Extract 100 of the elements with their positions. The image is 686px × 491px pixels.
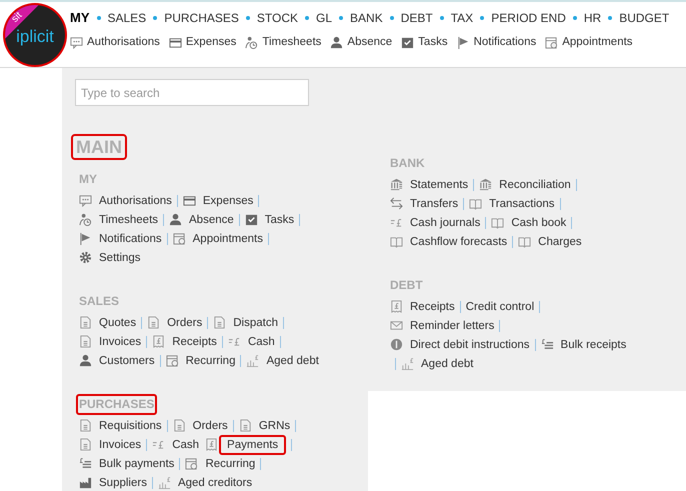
menu-link[interactable]: GRNs [258,418,290,434]
envelope-icon [390,319,403,332]
document-icon [147,316,160,329]
person-clock-icon [79,213,92,226]
bar-chart-icon [401,357,414,370]
nav-link[interactable]: Expenses [186,34,236,51]
menu-link[interactable]: Cash [172,436,200,452]
checkbox-icon [401,36,414,49]
pound-list-icon [540,338,554,351]
calendar-icon [172,232,186,245]
menu-link[interactable]: Notifications [99,230,162,246]
document-icon [79,438,92,451]
menu-link[interactable]: Invoices [99,436,142,452]
menu-link[interactable]: Requisitions [99,418,162,434]
person-icon [330,36,344,49]
nav-tab[interactable]: TAX [450,8,474,27]
menu-link[interactable]: Cash book [511,214,566,230]
menu-link[interactable]: Appointments [192,230,263,246]
book-icon [491,216,504,229]
pound-receipt-icon [205,438,218,451]
nav-link[interactable]: Appointments [562,34,633,51]
menu-link[interactable]: Aged debt [421,356,474,372]
menu-link[interactable]: Transfers [410,196,458,212]
section-heading: SALES [78,293,120,310]
flag-icon [456,36,470,49]
nav-tab[interactable]: HR [584,8,602,27]
menu-link[interactable]: Reminder letters [410,318,494,334]
document-icon [238,419,252,432]
menu-link[interactable]: Receipts [410,298,455,314]
flag-icon [79,232,92,245]
search-field[interactable]: Type to search [75,79,309,106]
menu-link[interactable]: Direct debit instructions [410,336,530,352]
bar-chart-icon [158,476,171,489]
document-icon [79,335,92,348]
document-icon [79,419,92,432]
menu-link[interactable]: Charges [538,234,582,250]
nav-tab[interactable]: PURCHASES [164,8,239,27]
menu-link[interactable]: Timesheets [99,212,158,228]
pound-cash-icon [390,216,403,229]
disc-icon [390,338,403,351]
menu-link[interactable]: Aged debt [266,352,319,368]
menu-link[interactable]: Transactions [489,196,555,212]
speech-bubble-icon [79,194,92,207]
menu-link[interactable]: Tasks [264,212,294,228]
card-icon [182,194,196,207]
book-icon [518,235,532,248]
nav-link[interactable]: Authorisations [87,34,160,51]
menu-link[interactable]: Statements [410,176,468,192]
menu-link[interactable]: Recurring [205,456,256,472]
nav-tab[interactable]: BANK [350,8,383,27]
menu-link[interactable]: Quotes [99,314,136,330]
menu-link[interactable]: Absence [189,212,234,228]
menu-link[interactable]: Credit control [466,298,534,314]
nav-link[interactable]: Timesheets [262,34,322,51]
nav-tab[interactable]: DEBT [400,8,433,27]
logo[interactable]: sit iplicit [5,4,65,64]
menu-link[interactable]: Suppliers [99,474,147,490]
menu-link[interactable]: Orders [167,314,202,330]
pound-cash-icon [228,335,241,348]
menu-link[interactable]: Reconciliation [499,176,571,192]
menu-link[interactable]: Receipts [172,334,217,350]
menu-link[interactable]: Cashflow forecasts [410,234,508,250]
factory-icon [79,476,92,489]
menu-link[interactable]: Settings [99,250,141,266]
bar-chart-icon [246,354,260,367]
menu-link[interactable]: Orders [192,418,228,434]
menu-link[interactable]: Expenses [202,192,254,208]
menu-link[interactable]: Cash [248,334,275,350]
nav-link[interactable]: Notifications [474,34,536,51]
card-icon [168,36,182,49]
pound-receipt-icon [390,300,403,313]
checkbox-icon [244,213,258,226]
menu-link[interactable]: Bulk payments [99,456,174,472]
nav-tab[interactable]: SALES [108,8,146,27]
nav-tab[interactable]: BUDGET [619,8,670,27]
nav-tab[interactable]: STOCK [256,8,298,27]
book-icon [469,197,482,210]
menu-link[interactable]: Authorisations [99,192,172,208]
menu-link[interactable]: Dispatch [233,314,278,330]
nav-tab[interactable]: GL [316,8,332,27]
menu-link[interactable]: Aged creditors [178,474,252,490]
nav-link[interactable]: Absence [347,34,392,51]
menu-link[interactable]: Invoices [99,334,142,350]
settings-icon [79,251,92,264]
pound-receipt-icon [152,335,166,348]
person-icon [169,213,182,226]
nav-tab[interactable]: PERIOD END [491,8,566,27]
menu-link[interactable]: Bulk receipts [560,336,626,352]
section-heading: BANK [389,155,426,172]
person-icon [79,354,92,367]
menu-link[interactable]: Payments [219,434,286,454]
menu-link[interactable]: Cash journals [410,214,480,230]
menu-link[interactable]: Recurring [186,352,236,368]
calendar-icon [166,354,179,367]
arrows-icon [390,197,403,210]
pound-list-icon [79,457,92,470]
nav-link[interactable]: Tasks [418,34,448,51]
menu-link[interactable]: Customers [99,352,155,368]
document-icon [172,419,186,432]
nav-tab[interactable]: MY [70,8,90,28]
